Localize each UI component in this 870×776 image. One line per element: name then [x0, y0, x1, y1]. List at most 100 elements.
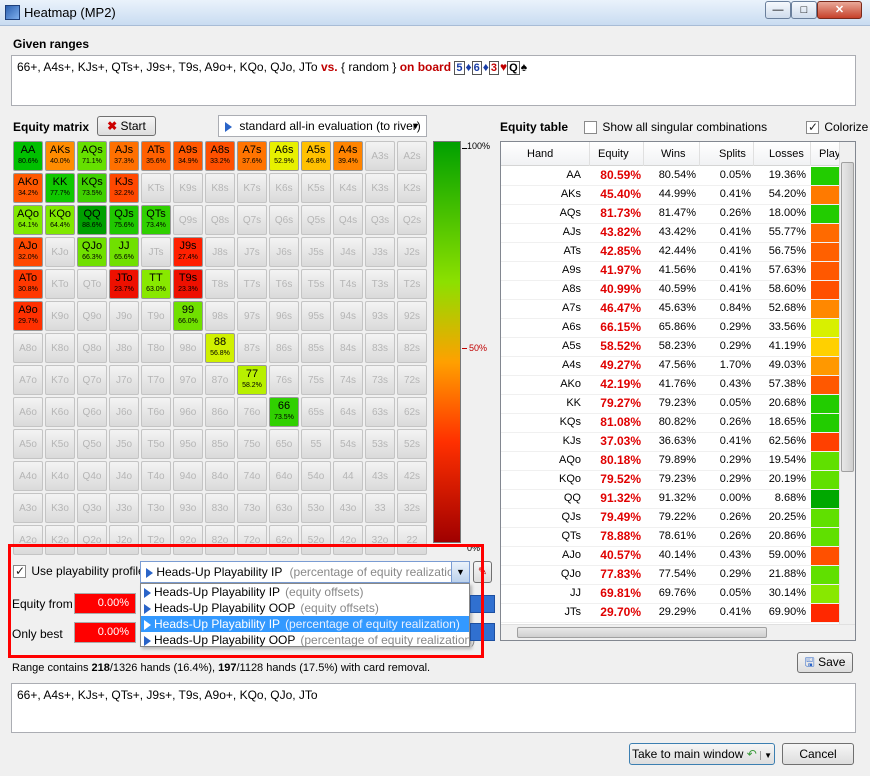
matrix-cell[interactable]: A5o	[13, 429, 43, 459]
matrix-cell[interactable]: T8o	[141, 333, 171, 363]
matrix-cell[interactable]: 53o	[301, 493, 331, 523]
table-row[interactable]: KJs 37.03% 36.63% 0.41% 62.56%	[501, 433, 841, 452]
matrix-cell[interactable]: J3s	[365, 237, 395, 267]
table-row[interactable]: A9s 41.97% 41.56% 0.41% 57.63%	[501, 262, 841, 281]
table-row[interactable]: AQo 80.18% 79.89% 0.29% 19.54%	[501, 452, 841, 471]
table-row[interactable]: AJs 43.82% 43.42% 0.41% 55.77%	[501, 224, 841, 243]
matrix-cell[interactable]: QJs 75.6%	[109, 205, 139, 235]
output-range-box[interactable]: 66+, A4s+, KJs+, QTs+, J9s+, T9s, A9o+, …	[11, 683, 856, 733]
matrix-cell[interactable]: 93o	[173, 493, 203, 523]
matrix-cell[interactable]: Q9o	[77, 301, 107, 331]
matrix-cell[interactable]: 84o	[205, 461, 235, 491]
matrix-cell[interactable]: A6o	[13, 397, 43, 427]
matrix-cell[interactable]: 54s	[333, 429, 363, 459]
table-row[interactable]: QJo 77.83% 77.54% 0.29% 21.88%	[501, 566, 841, 585]
matrix-cell[interactable]: 83s	[365, 333, 395, 363]
save-button[interactable]: 🖫 Save	[797, 652, 853, 673]
matrix-cell[interactable]: Q3s	[365, 205, 395, 235]
matrix-cell[interactable]: 63s	[365, 397, 395, 427]
eval-mode-select[interactable]: standard all-in evaluation (to river) ▼	[218, 115, 427, 137]
matrix-cell[interactable]: T8s	[205, 269, 235, 299]
matrix-cell[interactable]: 64o	[269, 461, 299, 491]
matrix-cell[interactable]: 65o	[269, 429, 299, 459]
matrix-cell[interactable]: 73s	[365, 365, 395, 395]
matrix-cell[interactable]: J4o	[109, 461, 139, 491]
matrix-cell[interactable]: 86s	[269, 333, 299, 363]
matrix-cell[interactable]: Q4s	[333, 205, 363, 235]
matrix-cell[interactable]: K9s	[173, 173, 203, 203]
matrix-cell[interactable]: J6s	[269, 237, 299, 267]
matrix-cell[interactable]: Q7o	[77, 365, 107, 395]
table-row[interactable]: A8s 40.99% 40.59% 0.41% 58.60%	[501, 281, 841, 300]
matrix-cell[interactable]: J7s	[237, 237, 267, 267]
table-row[interactable]: JJ 69.81% 69.76% 0.05% 30.14%	[501, 585, 841, 604]
matrix-cell[interactable]: Q6s	[269, 205, 299, 235]
matrix-cell[interactable]: QTs 73.4%	[141, 205, 171, 235]
matrix-cell[interactable]: 87o	[205, 365, 235, 395]
matrix-cell[interactable]: K4s	[333, 173, 363, 203]
table-row[interactable]: KQo 79.52% 79.23% 0.29% 20.19%	[501, 471, 841, 490]
matrix-cell[interactable]: A8o	[13, 333, 43, 363]
matrix-cell[interactable]: 82s	[397, 333, 427, 363]
matrix-cell[interactable]: 95s	[301, 301, 331, 331]
matrix-cell[interactable]: AQs 71.1%	[77, 141, 107, 171]
matrix-cell[interactable]: 76o	[237, 397, 267, 427]
matrix-cell[interactable]: 32s	[397, 493, 427, 523]
matrix-cell[interactable]: A8s 33.2%	[205, 141, 235, 171]
matrix-cell[interactable]: AJo 32.0%	[13, 237, 43, 267]
matrix-cell[interactable]: 99 66.0%	[173, 301, 203, 331]
matrix-cell[interactable]: 52s	[397, 429, 427, 459]
matrix-cell[interactable]: A3s	[365, 141, 395, 171]
matrix-cell[interactable]: A7o	[13, 365, 43, 395]
matrix-cell[interactable]: K6s	[269, 173, 299, 203]
matrix-cell[interactable]: T3s	[365, 269, 395, 299]
matrix-cell[interactable]: 96o	[173, 397, 203, 427]
matrix-cell[interactable]: 93s	[365, 301, 395, 331]
matrix-cell[interactable]: 98o	[173, 333, 203, 363]
matrix-cell[interactable]: Q5o	[77, 429, 107, 459]
table-row[interactable]: ATs 42.85% 42.44% 0.41% 56.75%	[501, 243, 841, 262]
matrix-cell[interactable]: T3o	[141, 493, 171, 523]
matrix-cell[interactable]: 73o	[237, 493, 267, 523]
matrix-cell[interactable]: QJo 66.3%	[77, 237, 107, 267]
matrix-cell[interactable]: 92s	[397, 301, 427, 331]
take-to-main-window-button[interactable]: Take to main window ↶ ▼	[629, 743, 775, 765]
matrix-cell[interactable]: AJs 37.3%	[109, 141, 139, 171]
column-header[interactable]: Hand	[527, 148, 553, 160]
matrix-cell[interactable]: J9s 27.4%	[173, 237, 203, 267]
matrix-cell[interactable]: KQo 64.4%	[45, 205, 75, 235]
matrix-cell[interactable]: T6o	[141, 397, 171, 427]
matrix-cell[interactable]: T7s	[237, 269, 267, 299]
chevron-down-icon[interactable]: ▼	[760, 751, 773, 760]
matrix-cell[interactable]: A2s	[397, 141, 427, 171]
matrix-cell[interactable]: K8o	[45, 333, 75, 363]
table-row[interactable]: A5s 58.52% 58.23% 0.29% 41.19%	[501, 338, 841, 357]
matrix-cell[interactable]: 94o	[173, 461, 203, 491]
matrix-cell[interactable]: K5o	[45, 429, 75, 459]
matrix-cell[interactable]: Q5s	[301, 205, 331, 235]
matrix-cell[interactable]: T4o	[141, 461, 171, 491]
matrix-cell[interactable]: T5o	[141, 429, 171, 459]
column-header[interactable]: Splits	[719, 148, 746, 160]
matrix-cell[interactable]: QQ 88.6%	[77, 205, 107, 235]
matrix-cell[interactable]: J5s	[301, 237, 331, 267]
matrix-cell[interactable]: 74s	[333, 365, 363, 395]
matrix-cell[interactable]: Q6o	[77, 397, 107, 427]
table-row[interactable]: A6s 66.15% 65.86% 0.29% 33.56%	[501, 319, 841, 338]
matrix-cell[interactable]: K6o	[45, 397, 75, 427]
matrix-cell[interactable]: A9s 34.9%	[173, 141, 203, 171]
matrix-cell[interactable]: AQo 64.1%	[13, 205, 43, 235]
matrix-cell[interactable]: KJo	[45, 237, 75, 267]
matrix-cell[interactable]: Q8o	[77, 333, 107, 363]
matrix-cell[interactable]: 77 58.2%	[237, 365, 267, 395]
matrix-cell[interactable]: QTo	[77, 269, 107, 299]
column-header[interactable]: Play	[819, 148, 840, 160]
matrix-cell[interactable]: K7s	[237, 173, 267, 203]
matrix-cell[interactable]: JTs	[141, 237, 171, 267]
matrix-cell[interactable]: KTs	[141, 173, 171, 203]
show-all-combinations-checkbox[interactable]: Show all singular combinations	[584, 120, 767, 135]
matrix-cell[interactable]: K3o	[45, 493, 75, 523]
matrix-cell[interactable]: 66 73.5%	[269, 397, 299, 427]
matrix-cell[interactable]: 43o	[333, 493, 363, 523]
matrix-cell[interactable]: J4s	[333, 237, 363, 267]
